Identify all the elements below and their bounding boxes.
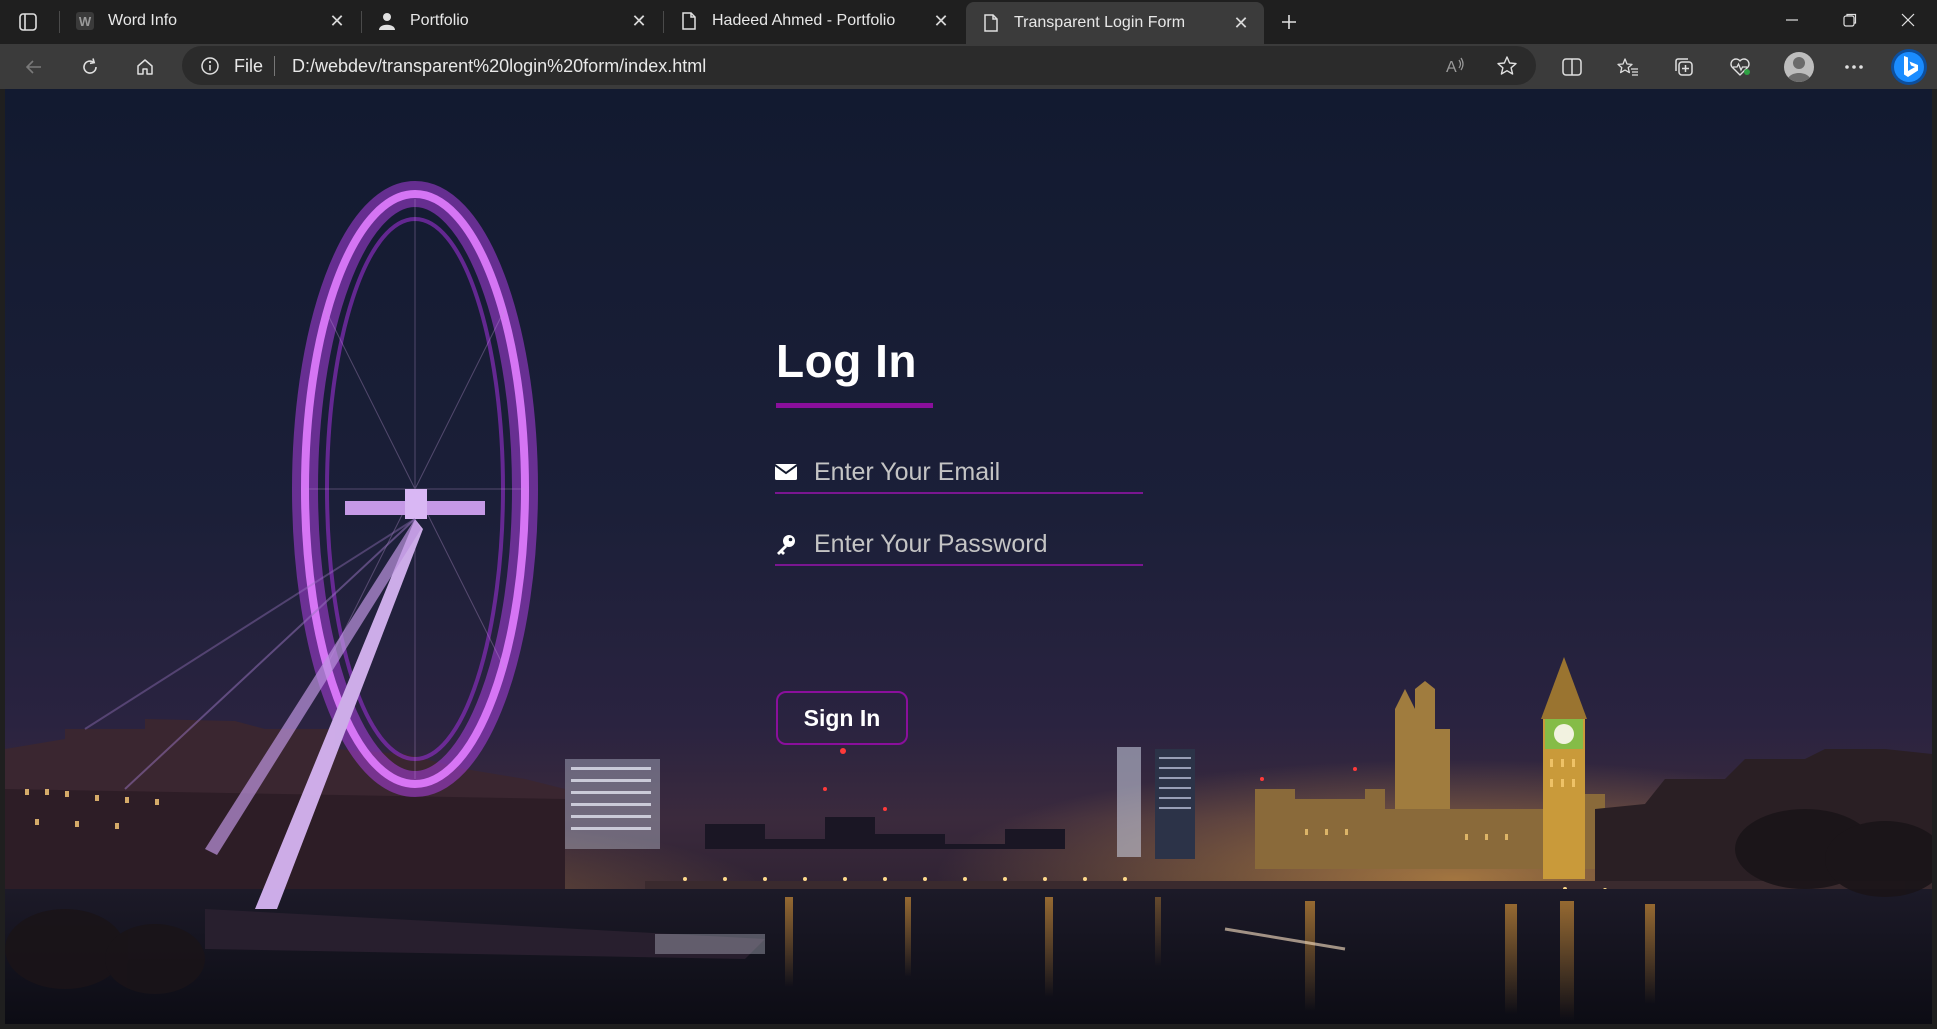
tab-title: Hadeed Ahmed - Portfolio — [712, 12, 896, 29]
close-icon — [1901, 13, 1915, 27]
email-field — [775, 452, 1143, 494]
settings-more-button[interactable] — [1836, 49, 1872, 85]
person-icon — [378, 12, 396, 30]
word-w-icon: W — [76, 12, 94, 30]
tab-word-info[interactable]: W Word Info ✕ — [60, 2, 360, 40]
heart-pulse-icon — [1730, 58, 1750, 76]
tab-portfolio[interactable]: Portfolio ✕ — [362, 2, 662, 40]
password-field — [775, 524, 1143, 566]
page-icon — [982, 14, 1000, 32]
tab-title: Portfolio — [410, 12, 469, 29]
bing-copilot-icon — [1891, 49, 1927, 85]
split-screen-button[interactable] — [1554, 49, 1590, 85]
close-icon[interactable]: ✕ — [932, 11, 950, 31]
close-window-button[interactable] — [1880, 0, 1936, 40]
copilot-button[interactable] — [1888, 46, 1930, 88]
favorite-star-icon[interactable] — [1495, 54, 1519, 78]
home-icon — [137, 59, 153, 75]
plus-icon — [1282, 15, 1296, 29]
info-icon[interactable] — [200, 56, 220, 76]
tab-actions-icon — [19, 13, 37, 31]
arrow-left-icon — [25, 60, 41, 74]
tab-strip: W Word Info ✕ Portfolio ✕ Hadeed Ahmed -… — [0, 0, 1937, 44]
scheme-label: File — [234, 56, 264, 76]
tab-title: Word Info — [108, 12, 178, 29]
minimize-button[interactable] — [1764, 0, 1820, 40]
new-tab-button[interactable] — [1274, 8, 1304, 36]
address-bar[interactable]: File D:/webdev/transparent%20login%20for… — [182, 46, 1536, 85]
tab-hadeed-portfolio[interactable]: Hadeed Ahmed - Portfolio ✕ — [664, 2, 964, 40]
key-icon — [775, 534, 797, 555]
back-button[interactable] — [16, 49, 52, 85]
favorites-button[interactable] — [1610, 49, 1646, 85]
refresh-button[interactable] — [72, 49, 108, 85]
split-screen-icon — [1562, 58, 1582, 76]
page-viewport: Log In Sign In — [5, 89, 1932, 1024]
restore-icon — [1843, 13, 1857, 27]
restore-button[interactable] — [1822, 0, 1878, 40]
page-icon — [680, 12, 698, 30]
home-button[interactable] — [127, 49, 163, 85]
address-separator — [274, 56, 275, 76]
url-text[interactable]: D:/webdev/transparent%20login%20form/ind… — [292, 56, 706, 77]
svg-text:W: W — [79, 14, 92, 29]
tab-transparent-login[interactable]: Transparent Login Form ✕ — [966, 2, 1264, 44]
browser-toolbar: File D:/webdev/transparent%20login%20for… — [0, 44, 1937, 89]
tab-title: Transparent Login Form — [1014, 14, 1186, 31]
close-icon[interactable]: ✕ — [1232, 13, 1250, 33]
favorites-list-icon — [1617, 58, 1638, 76]
login-title: Log In — [776, 335, 917, 387]
read-aloud-icon[interactable]: A — [1444, 54, 1468, 78]
envelope-icon — [775, 462, 797, 482]
profile-avatar[interactable] — [1784, 52, 1814, 82]
person-icon — [1787, 57, 1811, 82]
close-icon[interactable]: ✕ — [328, 11, 346, 31]
collections-button[interactable] — [1666, 49, 1702, 85]
password-input[interactable] — [812, 526, 1136, 562]
title-underline — [776, 403, 933, 408]
svg-text:A: A — [1446, 59, 1457, 76]
tab-actions-button[interactable] — [14, 8, 42, 36]
minimize-icon — [1786, 19, 1798, 21]
browser-essentials-button[interactable] — [1722, 49, 1758, 85]
refresh-icon — [83, 58, 97, 74]
sign-in-button[interactable]: Sign In — [776, 691, 908, 745]
more-dots-icon — [1845, 65, 1863, 69]
email-input[interactable] — [812, 454, 1136, 490]
close-icon[interactable]: ✕ — [630, 11, 648, 31]
collections-icon — [1675, 58, 1693, 76]
